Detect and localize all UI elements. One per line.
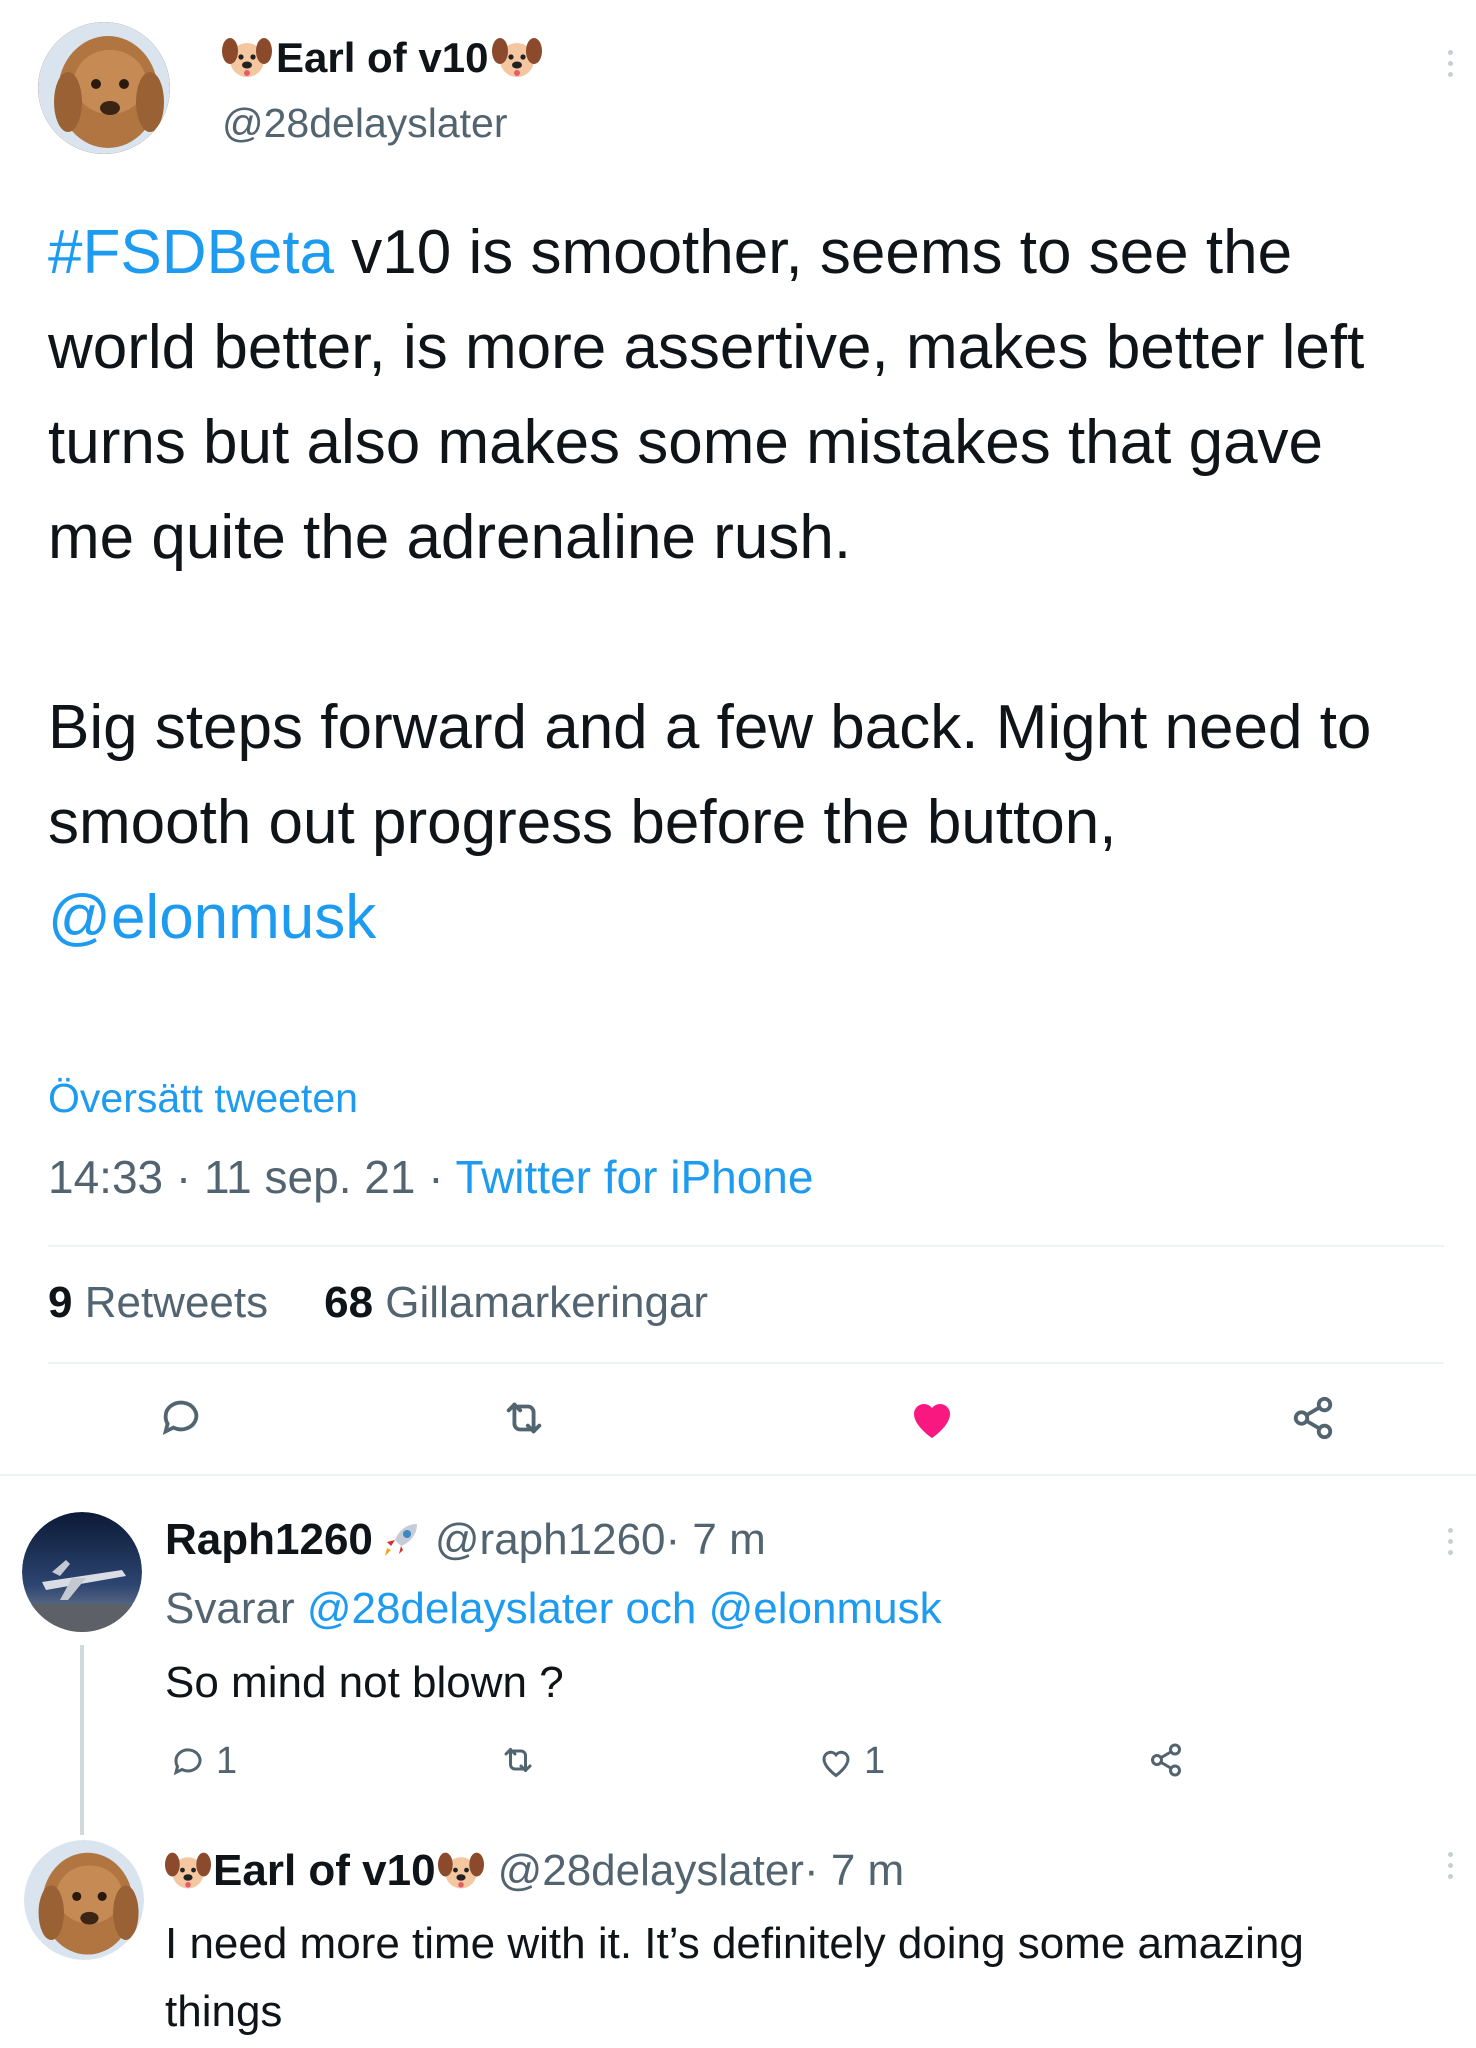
- tweet-source-link[interactable]: Twitter for iPhone: [456, 1151, 814, 1203]
- tweet-paragraph-2: Big steps forward and a few back. Might …: [48, 693, 1372, 952]
- reply1-author-handle[interactable]: @raph1260: [435, 1515, 666, 1565]
- share-icon[interactable]: [1290, 1395, 1336, 1441]
- dog-face-icon: [492, 35, 543, 81]
- tweet-date[interactable]: 11 sep. 21: [204, 1151, 415, 1203]
- mention-link[interactable]: @elonmusk: [48, 883, 376, 952]
- reply2-author-handle[interactable]: @28delayslater: [498, 1846, 804, 1896]
- engagement-stats: 9 Retweets 68 Gillamarkeringar: [48, 1278, 708, 1328]
- reply1-author-name[interactable]: Raph1260: [165, 1515, 373, 1565]
- main-author-avatar[interactable]: [38, 22, 170, 154]
- aircraft-photo: [22, 1512, 142, 1632]
- reply2-author-name[interactable]: Earl of v10: [213, 1846, 436, 1896]
- share-icon[interactable]: [1148, 1742, 1184, 1778]
- main-author-name-row[interactable]: Earl of v10: [222, 32, 543, 84]
- more-options-icon[interactable]: [1440, 1528, 1460, 1555]
- likes-stat[interactable]: 68 Gillamarkeringar: [324, 1278, 708, 1328]
- reply1-reply-action[interactable]: 1: [170, 1740, 237, 1783]
- divider: [48, 1245, 1444, 1247]
- reply-icon: [170, 1744, 206, 1780]
- retweet-icon[interactable]: [500, 1742, 536, 1778]
- main-author-name: Earl of v10: [276, 34, 489, 81]
- reply1-text: So mind not blown ?: [165, 1658, 564, 1707]
- heart-icon: [818, 1745, 854, 1779]
- reply1-like-action[interactable]: 1: [818, 1740, 885, 1783]
- main-author-handle[interactable]: @28delayslater: [222, 100, 508, 147]
- tweet-paragraph-1: #FSDBeta v10 is smoother, seems to see t…: [48, 218, 1365, 572]
- retweets-stat[interactable]: 9 Retweets: [48, 1278, 268, 1328]
- tweet-meta: 14:33 · 11 sep. 21 · Twitter for iPhone: [48, 1151, 814, 1203]
- reply2-header: Earl of v10 @28delayslater · 7 m: [165, 1846, 904, 1896]
- reply1-author-avatar[interactable]: [22, 1512, 142, 1632]
- reply1-replying-to: Svarar @28delayslater och @elonmusk: [165, 1584, 942, 1633]
- dog-face-icon: [437, 1849, 484, 1893]
- tweet-time[interactable]: 14:33: [48, 1151, 163, 1203]
- reply2-author-avatar[interactable]: [24, 1840, 144, 1960]
- section-divider: [0, 1474, 1476, 1476]
- hashtag-link[interactable]: #FSDBeta: [48, 218, 334, 287]
- thread-line: [80, 1645, 84, 1835]
- reply1-header: Raph1260 @raph1260 · 7 m: [165, 1515, 766, 1565]
- rocket-icon: [377, 1516, 425, 1564]
- reply2-text: I need more time with it. It’s definitel…: [165, 1919, 1304, 2036]
- reply2-age: · 7 m: [803, 1846, 905, 1895]
- dog-face-icon: [222, 35, 272, 81]
- replying-to-mention[interactable]: @elonmusk: [709, 1584, 942, 1633]
- more-options-icon[interactable]: [1440, 50, 1460, 77]
- more-options-icon[interactable]: [1440, 1852, 1460, 1879]
- reply1-age: · 7 m: [665, 1515, 766, 1564]
- dog-face-icon: [165, 1849, 211, 1893]
- retweet-icon[interactable]: [500, 1395, 548, 1441]
- replying-to-mention[interactable]: @28delayslater: [307, 1584, 613, 1633]
- dog-photo: [24, 1840, 144, 1960]
- divider: [48, 1362, 1444, 1364]
- reply-icon[interactable]: [158, 1395, 204, 1441]
- tweet-body: #FSDBeta v10 is smoother, seems to see t…: [48, 205, 1448, 965]
- dog-photo: [38, 22, 170, 154]
- translate-tweet-link[interactable]: Översätt tweeten: [48, 1075, 358, 1122]
- like-icon-filled[interactable]: [908, 1396, 956, 1440]
